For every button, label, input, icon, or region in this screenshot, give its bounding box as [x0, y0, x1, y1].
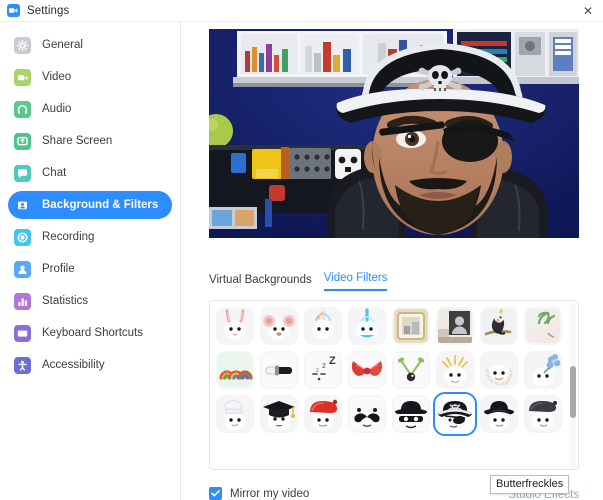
blue-unicorn-filter[interactable]	[348, 307, 386, 345]
zoom-logo-icon	[7, 4, 20, 17]
svg-text:z: z	[316, 368, 319, 374]
rainbow-filter[interactable]	[216, 351, 254, 389]
tab-virtual-backgrounds[interactable]: Virtual Backgrounds	[209, 274, 312, 291]
sidebar-item-label: Keyboard Shortcuts	[42, 327, 144, 339]
portrait-frame-filter[interactable]	[436, 307, 474, 345]
green-leaves-filter[interactable]	[524, 307, 562, 345]
hydrangea-filter[interactable]	[524, 351, 562, 389]
sidebar-item-keyboard-shortcuts[interactable]: Keyboard Shortcuts	[8, 319, 172, 347]
cockatiel-bird-filter[interactable]	[480, 307, 518, 345]
svg-text:z: z	[322, 361, 326, 370]
sidebar-item-background-filters[interactable]: Background & Filters	[8, 191, 172, 219]
pirate-hat-filter[interactable]	[433, 392, 477, 436]
accessibility-icon	[14, 356, 31, 374]
settings-content: Virtual Backgrounds Video Filters Zzz Mir…	[181, 22, 603, 500]
settings-sidebar: General Video Audio Share Screen Chat Backgro…	[0, 22, 181, 500]
mirror-my-video-label: Mirror my video	[230, 487, 310, 500]
antenna-filter[interactable]	[392, 351, 430, 389]
sidebar-item-accessibility[interactable]: Accessibility	[8, 351, 172, 379]
headphones-icon	[14, 100, 31, 118]
share-screen-icon	[14, 132, 31, 150]
title-bar: Settings ✕	[0, 0, 603, 22]
mouse-ears-filter[interactable]	[260, 307, 298, 345]
sidebar-item-chat[interactable]: Chat	[8, 159, 172, 187]
filter-scrollbar-thumb[interactable]	[570, 366, 576, 418]
sidebar-item-label: Audio	[42, 103, 72, 115]
sidebar-item-recording[interactable]: Recording	[8, 223, 172, 251]
video-camera-icon	[14, 68, 31, 86]
sidebar-item-label: Recording	[42, 231, 95, 243]
filter-tooltip: Butterfreckles	[490, 475, 570, 494]
sidebar-item-video[interactable]: Video	[8, 63, 172, 91]
sidebar-item-audio[interactable]: Audio	[8, 95, 172, 123]
filter-row: Zzz	[216, 351, 569, 389]
bunny-ears-filter[interactable]	[216, 307, 254, 345]
window-title: Settings	[27, 4, 70, 17]
gold-frame-filter[interactable]	[392, 307, 430, 345]
filter-row	[216, 392, 569, 436]
pearl-necklace-filter[interactable]	[480, 351, 518, 389]
settings-window: Settings ✕ General Video Audio Share Screen…	[0, 0, 603, 500]
checkbox-checked-icon	[209, 487, 222, 500]
sidebar-item-profile[interactable]: Profile	[8, 255, 172, 283]
chef-hat-filter[interactable]	[216, 395, 254, 433]
person-icon	[14, 260, 31, 278]
sidebar-item-label: Background & Filters	[42, 199, 159, 211]
sidebar-item-general[interactable]: General	[8, 31, 172, 59]
sidebar-item-label: Statistics	[42, 295, 89, 307]
sidebar-item-share-screen[interactable]: Share Screen	[8, 127, 172, 155]
gray-beret-filter[interactable]	[524, 395, 562, 433]
svg-text:Z: Z	[329, 355, 336, 367]
tab-video-filters[interactable]: Video Filters	[323, 272, 388, 291]
chat-bubble-icon	[14, 164, 31, 182]
sidebar-item-label: General	[42, 39, 83, 51]
filter-scrollbar[interactable]	[570, 304, 576, 468]
unicorn-filter[interactable]	[304, 307, 342, 345]
marker-pen-filter[interactable]	[260, 351, 298, 389]
filter-tabs: Virtual Backgrounds Video Filters	[209, 272, 388, 291]
red-ribbon-filter[interactable]	[348, 351, 386, 389]
bar-chart-icon	[14, 292, 31, 310]
video-filters-panel: Zzz	[209, 300, 579, 470]
sidebar-item-label: Accessibility	[42, 359, 105, 371]
sidebar-item-label: Share Screen	[42, 135, 113, 147]
filter-row	[216, 307, 569, 345]
sidebar-item-label: Profile	[42, 263, 75, 275]
sleepy-zzz-filter[interactable]: Zzz	[304, 351, 342, 389]
person-card-icon	[14, 197, 31, 214]
sidebar-item-statistics[interactable]: Statistics	[8, 287, 172, 315]
mustache-filter[interactable]	[348, 395, 386, 433]
bandit-hat-filter[interactable]	[392, 395, 430, 433]
filter-grid: Zzz	[210, 301, 569, 469]
record-circle-icon	[14, 228, 31, 246]
gear-icon	[14, 36, 31, 54]
gold-crown-filter[interactable]	[436, 351, 474, 389]
black-fedora-filter[interactable]	[480, 395, 518, 433]
sidebar-item-label: Video	[42, 71, 72, 83]
red-beret-filter[interactable]	[304, 395, 342, 433]
video-self-preview	[209, 29, 579, 238]
keyboard-icon	[14, 324, 31, 342]
sidebar-item-label: Chat	[42, 167, 67, 179]
close-icon[interactable]: ✕	[573, 0, 603, 22]
graduation-cap-filter[interactable]	[260, 395, 298, 433]
filters-footer: Mirror my video Studio Effects Butterfre…	[209, 475, 579, 500]
